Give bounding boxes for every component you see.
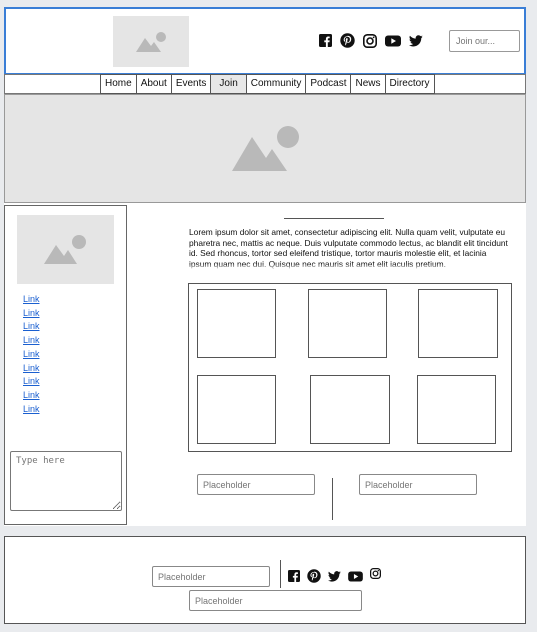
sidebar-link[interactable]: Link [23, 403, 40, 417]
grid-tile[interactable] [197, 375, 276, 444]
sidebar-link[interactable]: Link [23, 375, 40, 389]
nav-item-community[interactable]: Community [246, 74, 307, 94]
image-icon [44, 235, 86, 264]
sidebar-link[interactable]: Link [23, 389, 40, 403]
pinterest-icon[interactable] [340, 33, 355, 48]
main-nav: Home About Events Join Community Podcast… [100, 74, 435, 94]
logo-image-placeholder [113, 16, 189, 67]
pinterest-icon[interactable] [307, 569, 321, 583]
youtube-icon[interactable] [385, 35, 401, 47]
nav-item-about[interactable]: About [136, 74, 172, 94]
sidebar-textarea[interactable] [10, 451, 122, 511]
sidebar-link[interactable]: Link [23, 307, 40, 321]
heading-divider [284, 218, 384, 219]
footer-field-top[interactable] [152, 566, 270, 587]
sidebar-link[interactable]: Link [23, 320, 40, 334]
facebook-icon[interactable] [319, 34, 332, 47]
image-icon [232, 126, 299, 171]
nav-item-join[interactable]: Join [211, 74, 247, 94]
site-header [4, 7, 526, 75]
nav-item-home[interactable]: Home [100, 74, 137, 94]
image-icon [136, 32, 166, 52]
placeholder-field-left[interactable] [197, 474, 315, 495]
youtube-icon[interactable] [348, 570, 363, 582]
sidebar-link[interactable]: Link [23, 348, 40, 362]
sidebar-links: Link Link Link Link Link Link Link Link … [23, 293, 40, 416]
grid-tile[interactable] [308, 289, 387, 358]
sidebar-link[interactable]: Link [23, 362, 40, 376]
grid-tile[interactable] [197, 289, 276, 358]
grid-tile[interactable] [310, 375, 390, 444]
join-input[interactable] [449, 30, 520, 52]
twitter-icon[interactable] [328, 570, 341, 582]
instagram-icon[interactable] [363, 33, 377, 48]
sidebar-image-placeholder [17, 215, 114, 284]
facebook-icon[interactable] [288, 570, 300, 582]
grid-tile[interactable] [417, 375, 496, 444]
footer-social-icons [288, 567, 381, 583]
nav-item-news[interactable]: News [351, 74, 386, 94]
footer-field-bottom[interactable] [189, 590, 362, 611]
twitter-icon[interactable] [409, 34, 423, 47]
sidebar-link[interactable]: Link [23, 293, 40, 307]
nav-item-directory[interactable]: Directory [385, 74, 435, 94]
hero-image-placeholder [4, 94, 526, 203]
footer-divider [280, 560, 281, 588]
placeholder-field-right[interactable] [359, 474, 477, 495]
instagram-icon[interactable] [370, 567, 381, 579]
sidebar-link[interactable]: Link [23, 334, 40, 348]
header-social-icons [319, 33, 423, 48]
nav-item-events[interactable]: Events [171, 74, 212, 94]
grid-tile[interactable] [418, 289, 498, 358]
vertical-divider [332, 478, 333, 520]
body-paragraph: Lorem ipsum dolor sit amet, consectetur … [189, 227, 511, 270]
nav-item-podcast[interactable]: Podcast [306, 74, 352, 94]
